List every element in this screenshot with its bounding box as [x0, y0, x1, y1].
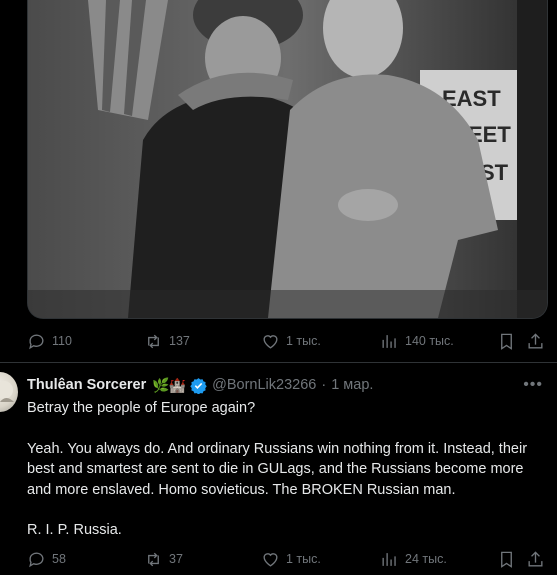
share-button[interactable]	[526, 329, 545, 353]
author-handle[interactable]: @BornLik23266	[212, 377, 316, 393]
reply-button[interactable]: 58	[27, 547, 66, 571]
reply-count: 58	[52, 552, 66, 566]
like-button[interactable]: 1 тыс.	[261, 329, 321, 353]
reply-icon	[29, 552, 44, 567]
share-icon	[528, 550, 543, 567]
avatar[interactable]	[0, 372, 18, 412]
share-button[interactable]	[526, 547, 545, 571]
reply-icon	[29, 334, 44, 349]
retweet-button[interactable]: 137	[144, 329, 190, 353]
tweet-photo[interactable]: EAST EET ST	[27, 0, 548, 319]
like-count: 1 тыс.	[286, 552, 321, 566]
name-emoji: 🌿🏰	[152, 376, 186, 393]
tweet-paragraph: Betray the people of Europe again?	[27, 400, 256, 416]
bookmark-icon	[501, 551, 512, 568]
author-name[interactable]: Thulêan Sorcerer	[27, 377, 146, 393]
tweet1-action-bar: 110 137 1 тыс. 140 тыс.	[0, 329, 557, 353]
more-options-icon[interactable]: •••	[523, 376, 543, 394]
tweet-body: Betray the people of Europe again? Yeah.…	[27, 398, 543, 541]
tweet-paragraph: Yeah. You always do. And ordinary Russia…	[27, 440, 528, 498]
heart-icon	[263, 334, 278, 349]
views-icon	[382, 552, 396, 566]
separator-dot: ·	[321, 377, 327, 393]
views-button[interactable]: 24 тыс.	[380, 547, 447, 571]
retweet-icon	[148, 552, 159, 566]
tweet2-action-bar: 58 37 1 тыс. 24 тыс.	[0, 547, 557, 571]
tweet-header: Thulêan Sorcerer 🌿🏰 @BornLik23266 · 1 ма…	[27, 376, 373, 394]
views-icon	[382, 334, 396, 348]
bookmark-icon	[501, 333, 512, 350]
share-icon	[528, 332, 543, 349]
reply-button[interactable]: 110	[27, 329, 72, 353]
verified-badge-icon[interactable]	[190, 377, 207, 394]
tweet-divider	[0, 362, 557, 363]
retweet-icon	[148, 334, 159, 348]
like-count: 1 тыс.	[286, 334, 321, 348]
views-count: 24 тыс.	[405, 552, 447, 566]
retweet-count: 37	[169, 552, 183, 566]
tweet-date[interactable]: 1 мар.	[331, 377, 373, 393]
tweet-paragraph: R. I. P. Russia.	[27, 522, 122, 538]
reply-count: 110	[52, 334, 72, 348]
heart-icon	[263, 552, 278, 567]
avatar-image	[0, 381, 14, 402]
bookmark-button[interactable]	[497, 547, 516, 571]
views-count: 140 тыс.	[405, 334, 454, 348]
bookmark-button[interactable]	[497, 329, 516, 353]
retweet-button[interactable]: 37	[144, 547, 183, 571]
views-button[interactable]: 140 тыс.	[380, 329, 454, 353]
like-button[interactable]: 1 тыс.	[261, 547, 321, 571]
historic-photo-image: EAST EET ST	[28, 0, 547, 318]
retweet-count: 137	[169, 334, 190, 348]
